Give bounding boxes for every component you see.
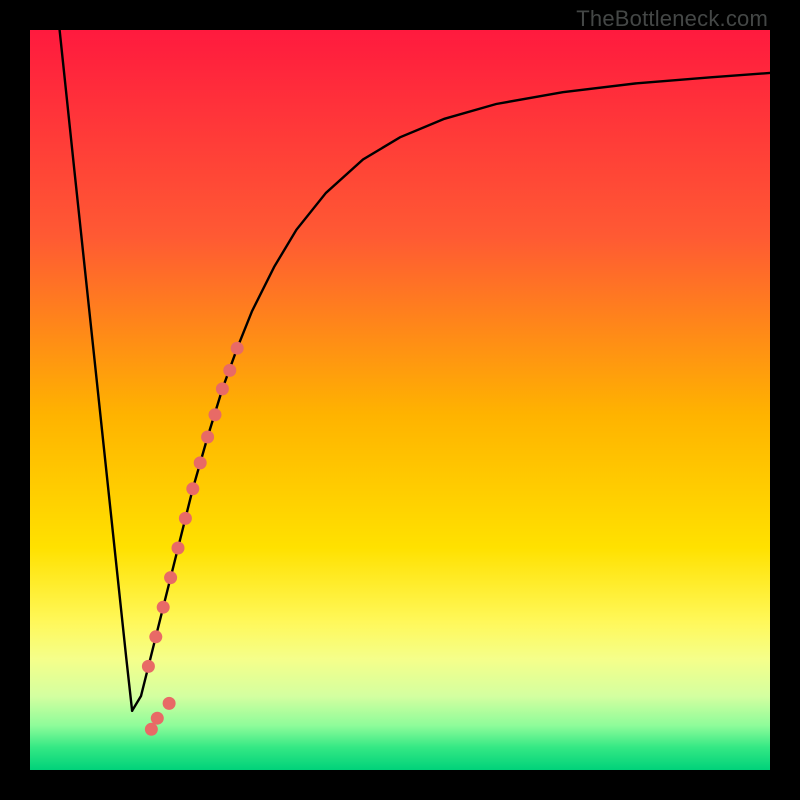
plot-area bbox=[30, 30, 770, 770]
highlight-dot bbox=[201, 431, 214, 444]
highlight-dot bbox=[223, 364, 236, 377]
highlight-dot bbox=[231, 342, 244, 355]
highlight-dot bbox=[142, 660, 155, 673]
highlight-dot bbox=[163, 697, 176, 710]
highlight-dot bbox=[179, 512, 192, 525]
highlight-dot bbox=[164, 571, 177, 584]
watermark-text: TheBottleneck.com bbox=[576, 6, 768, 32]
highlight-dot bbox=[186, 482, 199, 495]
highlight-dot bbox=[209, 408, 222, 421]
highlight-dot bbox=[172, 542, 185, 555]
highlight-dot bbox=[149, 630, 162, 643]
chart-svg bbox=[30, 30, 770, 770]
gradient-bg bbox=[30, 30, 770, 770]
chart-frame: TheBottleneck.com bbox=[0, 0, 800, 800]
highlight-dot bbox=[194, 456, 207, 469]
highlight-dot bbox=[157, 601, 170, 614]
highlight-dot bbox=[216, 382, 229, 395]
highlight-dot bbox=[151, 712, 164, 725]
highlight-dot bbox=[145, 723, 158, 736]
